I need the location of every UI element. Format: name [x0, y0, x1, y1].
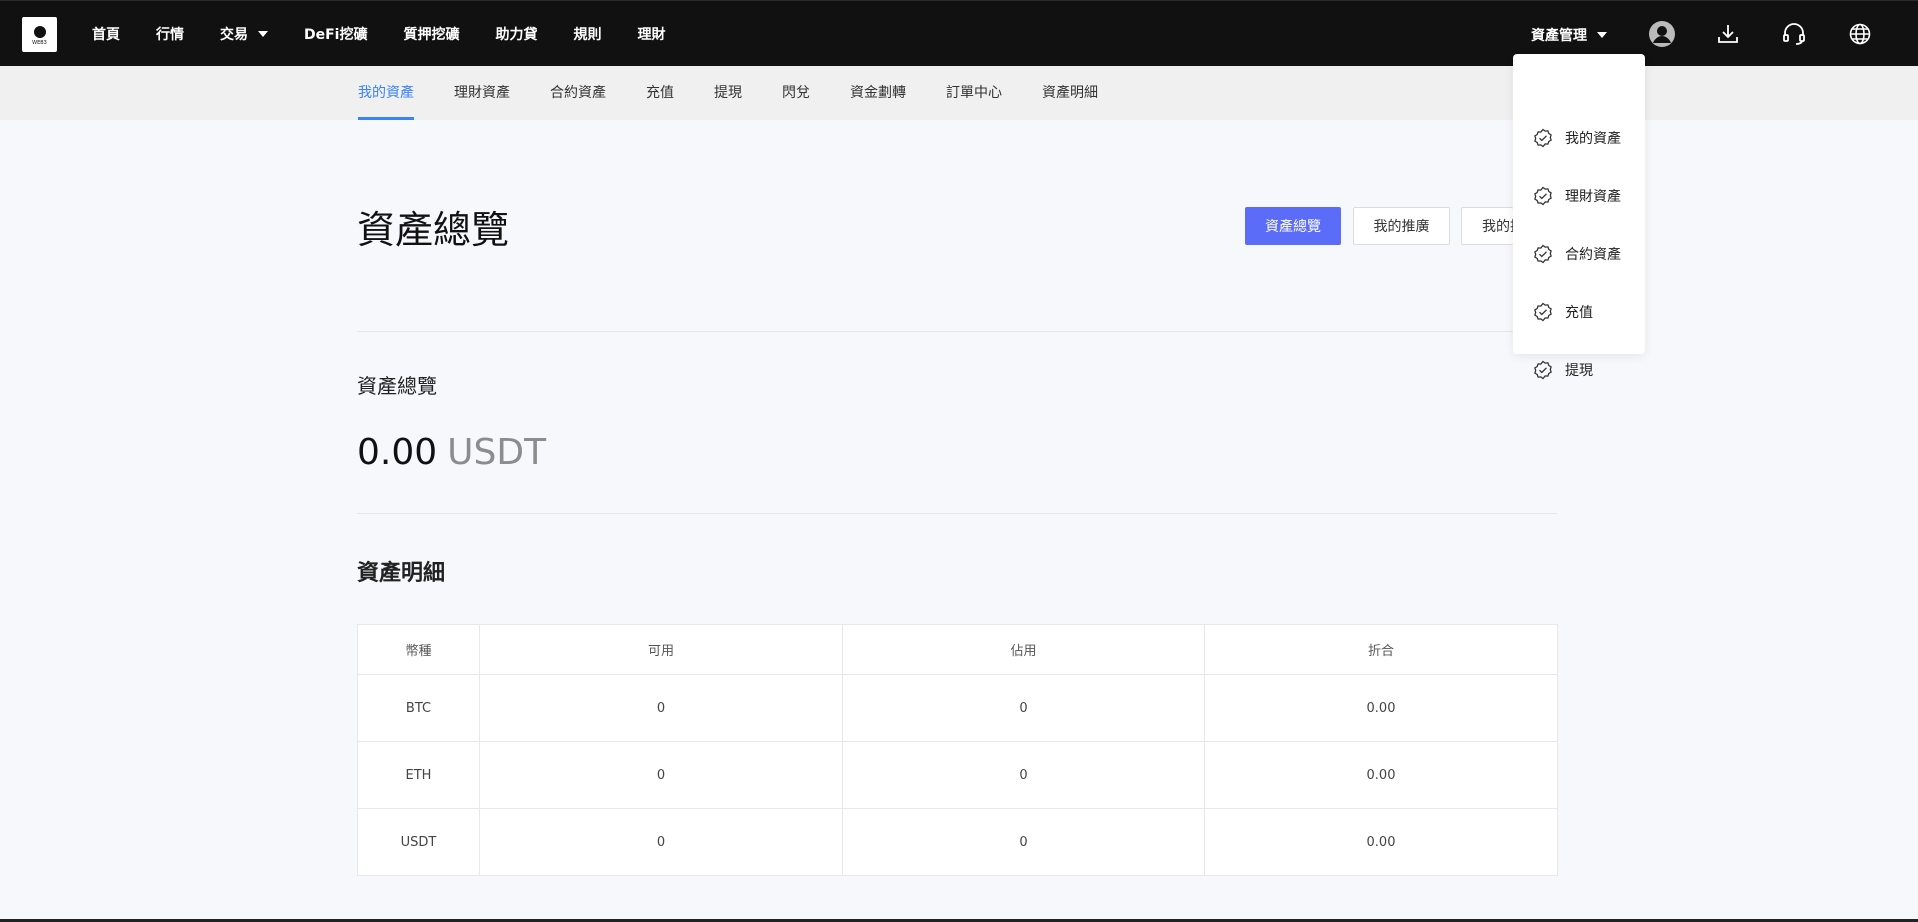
- column-header-currency: 幣種: [357, 624, 480, 675]
- cell-equivalent: 0.00: [1204, 674, 1558, 742]
- cell-available: 0: [479, 808, 843, 876]
- cell-currency: BTC: [357, 674, 480, 742]
- nav-item-finance[interactable]: 理財: [637, 24, 665, 44]
- subnav-asset-details[interactable]: 資產明細: [1042, 66, 1098, 120]
- main-nav: 首頁 行情 交易 DeFi挖礦 質押挖礦 助力貸 規則 理財: [80, 1, 689, 67]
- column-header-occupied: 佔用: [842, 624, 1205, 675]
- divider: [357, 513, 1557, 514]
- total-balance: 0.00 USDT: [357, 432, 546, 473]
- cell-occupied: 0: [842, 741, 1205, 809]
- dropdown-item-contract-assets[interactable]: 合約資產: [1533, 242, 1621, 266]
- dropdown-item-deposit[interactable]: 充值: [1533, 300, 1593, 324]
- verified-badge-icon: [1534, 244, 1552, 264]
- my-third-button[interactable]: 我的推: [1461, 207, 1513, 245]
- subnav-deposit[interactable]: 充值: [646, 66, 674, 120]
- divider: [357, 331, 1557, 332]
- column-header-equivalent: 折合: [1204, 624, 1558, 675]
- caret-down-icon: [1597, 32, 1607, 38]
- column-header-available: 可用: [479, 624, 843, 675]
- subnav-fund-transfer[interactable]: 資金劃轉: [850, 66, 906, 120]
- dropdown-item-withdraw[interactable]: 提現: [1533, 358, 1593, 382]
- dropdown-item-my-assets[interactable]: 我的資產: [1533, 126, 1621, 150]
- table-row: BTC 0 0 0.00: [357, 674, 1558, 742]
- verified-badge-icon: [1534, 128, 1552, 148]
- verified-badge-icon: [1534, 302, 1552, 322]
- caret-down-icon: [258, 31, 268, 37]
- cell-equivalent: 0.00: [1204, 808, 1558, 876]
- overview-label: 資產總覽: [357, 374, 437, 398]
- nav-item-loan[interactable]: 助力貸: [495, 24, 537, 44]
- asset-details-title: 資產明細: [357, 561, 446, 586]
- cell-occupied: 0: [842, 674, 1205, 742]
- subnav-withdraw[interactable]: 提現: [714, 66, 742, 120]
- nav-item-market[interactable]: 行情: [156, 24, 184, 44]
- cell-available: 0: [479, 674, 843, 742]
- cell-equivalent: 0.00: [1204, 741, 1558, 809]
- logo-mark-icon: [33, 25, 46, 38]
- balance-unit: USDT: [447, 432, 547, 473]
- table-row: ETH 0 0 0.00: [357, 741, 1558, 809]
- cell-available: 0: [479, 741, 843, 809]
- verified-badge-icon: [1534, 360, 1552, 380]
- logo[interactable]: WEB3: [22, 17, 57, 52]
- nav-item-home[interactable]: 首頁: [92, 24, 120, 44]
- asset-overview-button[interactable]: 資產總覽: [1245, 207, 1341, 245]
- nav-item-rules[interactable]: 規則: [573, 24, 601, 44]
- logo-text: WEB3: [32, 40, 47, 46]
- asset-details-table: 幣種 可用 佔用 折合 BTC 0 0 0.00 ETH 0 0 0.00 US…: [357, 624, 1558, 876]
- cell-occupied: 0: [842, 808, 1205, 876]
- headset-icon[interactable]: [1779, 19, 1809, 49]
- dropdown-item-finance-assets[interactable]: 理財資產: [1533, 184, 1621, 208]
- page-title: 資產總覽: [357, 208, 510, 252]
- subnav-finance-assets[interactable]: 理財資產: [454, 66, 510, 120]
- verified-badge-icon: [1534, 186, 1552, 206]
- my-promotion-button[interactable]: 我的推廣: [1353, 207, 1450, 245]
- cell-currency: ETH: [357, 741, 480, 809]
- subnav-contract-assets[interactable]: 合約資產: [550, 66, 606, 120]
- subnav-my-assets[interactable]: 我的資產: [358, 66, 414, 120]
- asset-management-menu[interactable]: 資產管理: [1531, 25, 1607, 45]
- cell-currency: USDT: [357, 808, 480, 876]
- asset-management-dropdown: 我的資產 理財資產 合約資產 充值 提現: [1513, 54, 1645, 380]
- nav-item-defi-mining[interactable]: DeFi挖礦: [304, 24, 367, 44]
- download-icon[interactable]: [1713, 19, 1743, 49]
- subnav-flash-exchange[interactable]: 閃兌: [782, 66, 810, 120]
- user-avatar-icon[interactable]: [1647, 19, 1677, 49]
- nav-item-staking-mining[interactable]: 質押挖礦: [403, 24, 459, 44]
- subnav-order-center[interactable]: 訂單中心: [946, 66, 1002, 120]
- table-header-row: 幣種 可用 佔用 折合: [357, 624, 1558, 675]
- globe-icon[interactable]: [1845, 19, 1875, 49]
- balance-value: 0.00: [357, 432, 438, 473]
- table-row: USDT 0 0 0.00: [357, 808, 1558, 876]
- nav-item-trade[interactable]: 交易: [220, 24, 268, 44]
